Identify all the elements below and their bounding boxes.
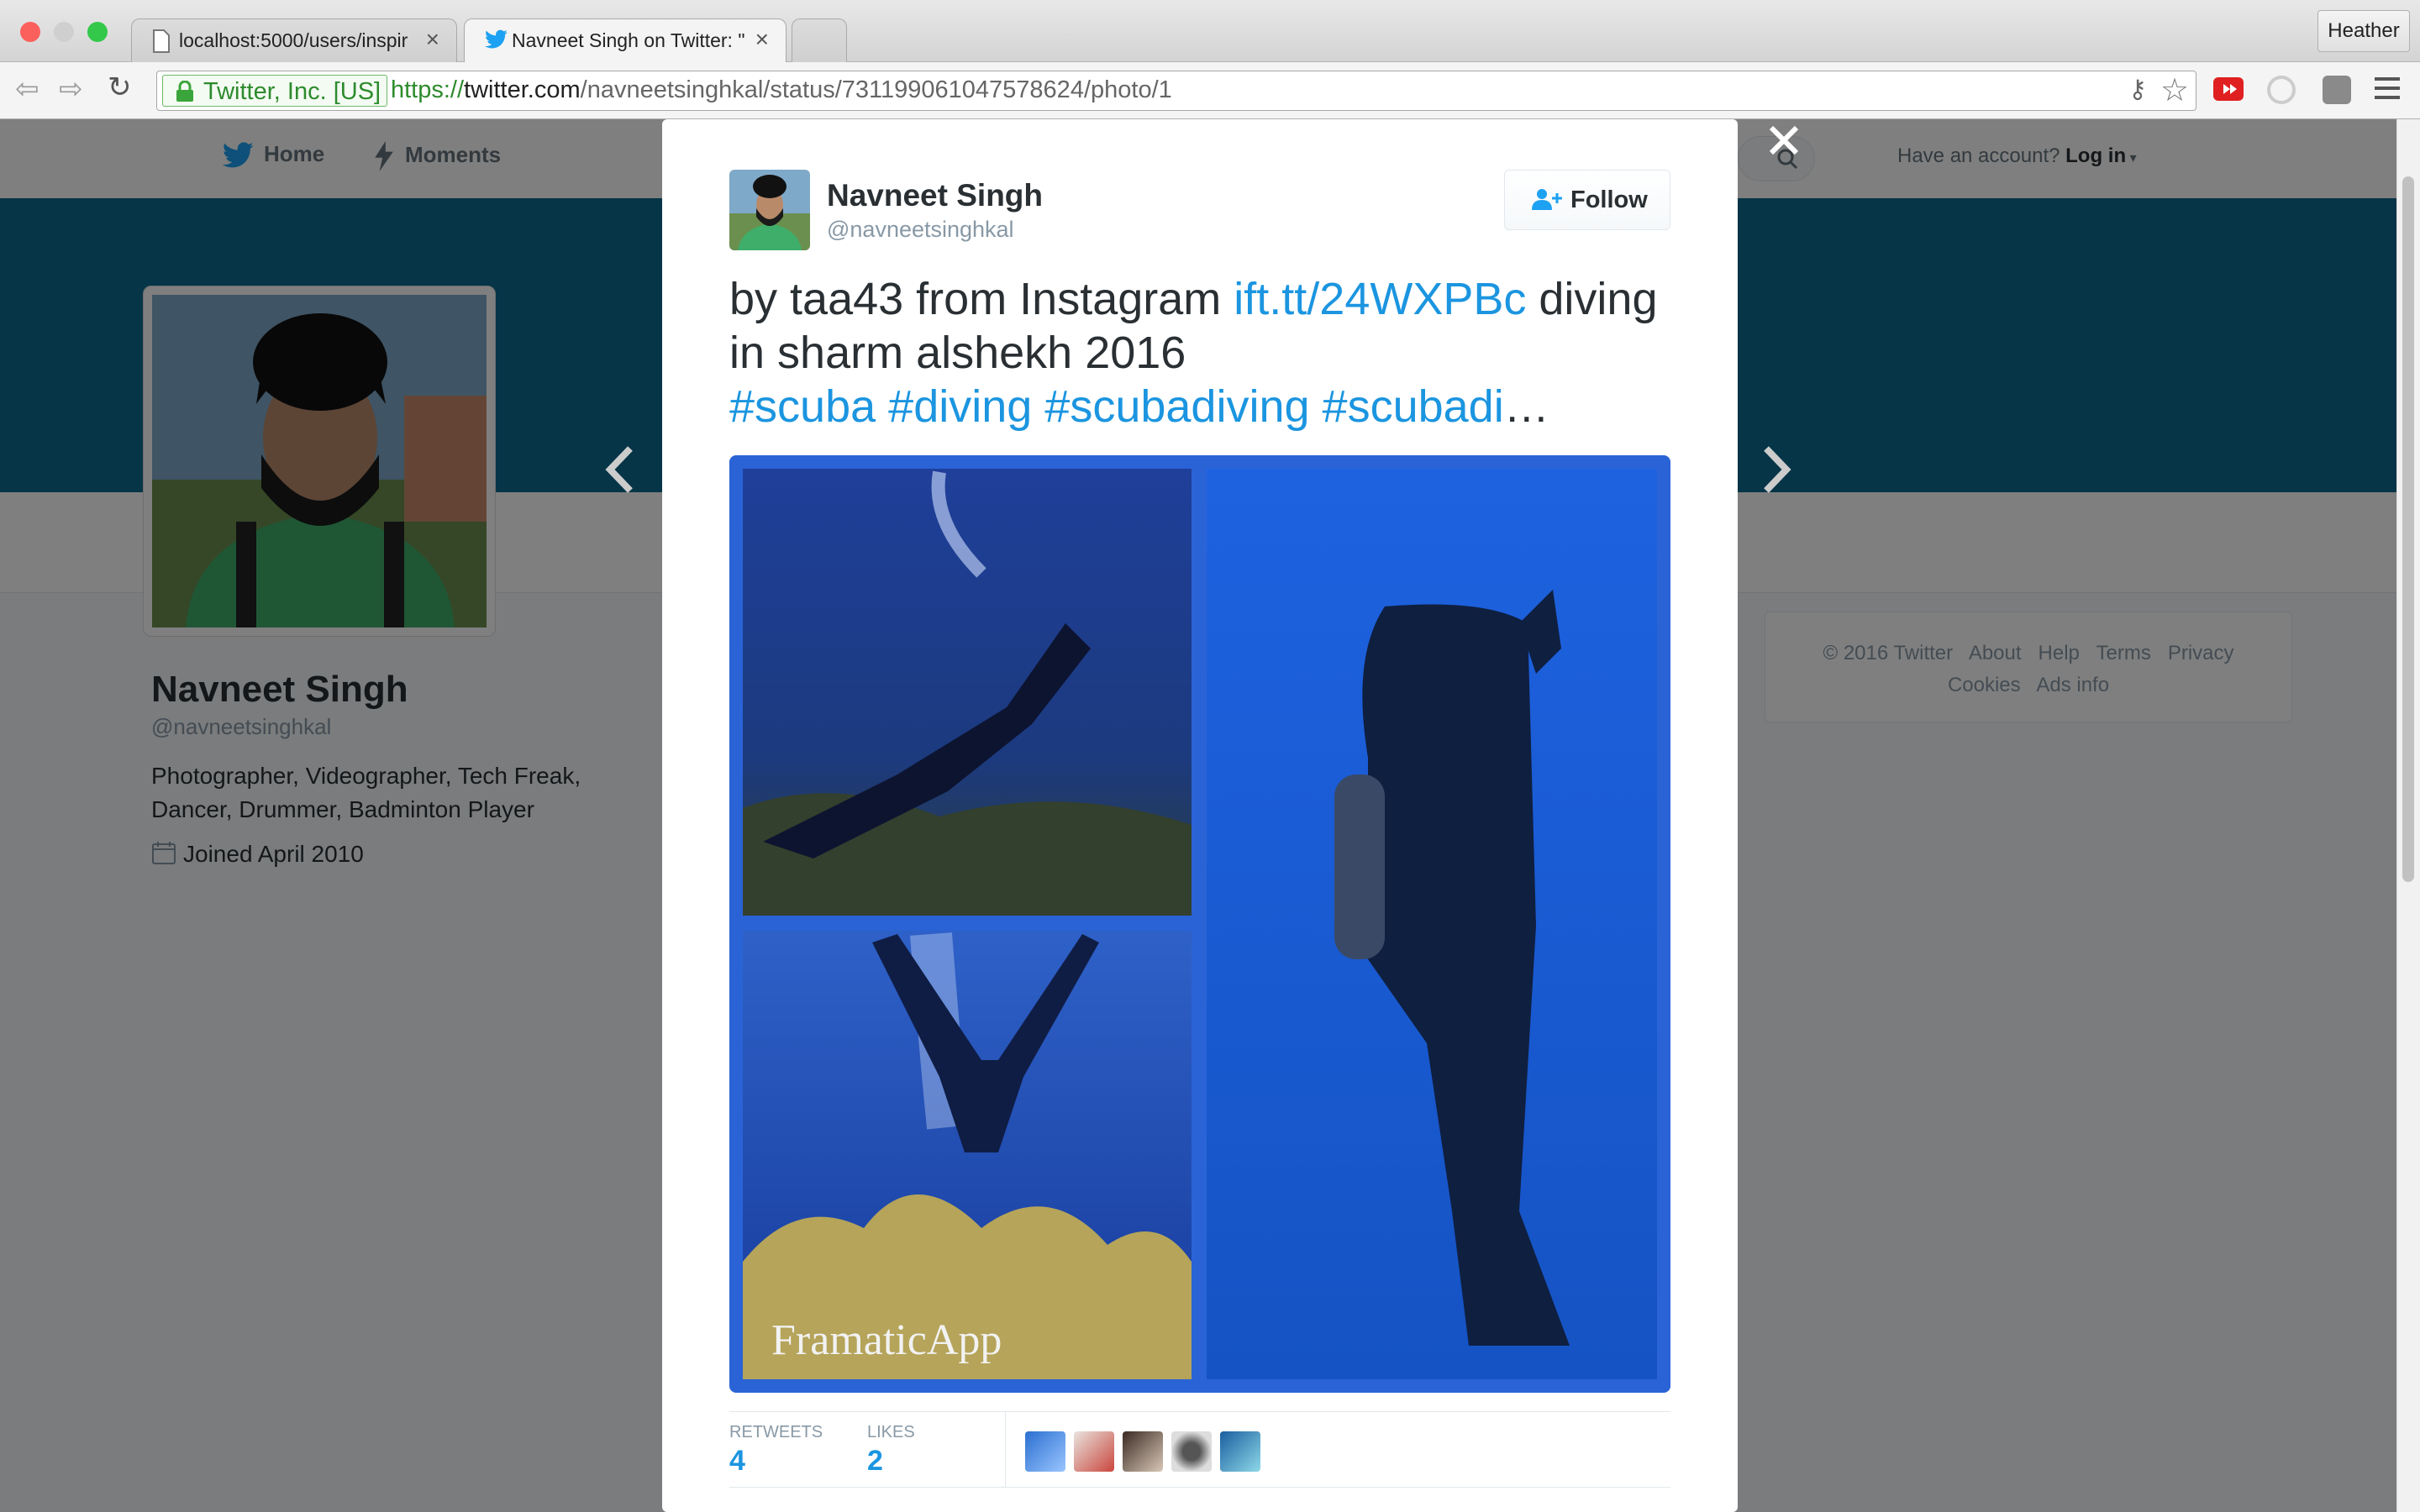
browser-tab-localhost[interactable]: localhost:5000/users/inspir × bbox=[131, 18, 457, 64]
follow-button[interactable]: Follow bbox=[1504, 170, 1670, 230]
watermark-text: FramaticApp bbox=[771, 1316, 1002, 1364]
chevron-left-icon[interactable] bbox=[603, 444, 637, 500]
follow-label: Follow bbox=[1570, 186, 1648, 213]
retweets-label: RETWEETS bbox=[729, 1423, 823, 1441]
close-window-button[interactable] bbox=[20, 22, 40, 42]
tab-title: localhost:5000/users/inspir bbox=[179, 29, 408, 51]
security-label: Twitter, Inc. [US] bbox=[203, 78, 381, 105]
page-scrollbar[interactable] bbox=[2396, 119, 2420, 1512]
menu-icon[interactable] bbox=[2375, 77, 2400, 101]
back-icon[interactable]: ⇦ bbox=[15, 72, 39, 106]
url-path: /navneetsinghkal/status/7311990610475786… bbox=[580, 76, 1172, 103]
forward-icon[interactable]: ⇨ bbox=[59, 72, 83, 106]
author-name[interactable]: Navneet Singh bbox=[827, 178, 1043, 213]
browser-tabstrip: localhost:5000/users/inspir × Navneet Si… bbox=[0, 0, 2420, 64]
tab-close-icon[interactable]: × bbox=[426, 26, 439, 53]
key-icon[interactable]: ⚷ bbox=[2128, 75, 2147, 104]
tab-close-icon[interactable]: × bbox=[755, 26, 769, 53]
zoom-window-button[interactable] bbox=[87, 22, 108, 42]
extension-circle-icon[interactable] bbox=[2267, 76, 2296, 104]
tweet-text: by taa43 from Instagram ift.tt/24WXPBc d… bbox=[729, 272, 1670, 433]
tweet-ellipsis: … bbox=[1503, 381, 1549, 432]
profile-button[interactable]: Heather bbox=[2317, 10, 2410, 52]
extension-square-icon[interactable] bbox=[2323, 76, 2351, 104]
liker-avatar[interactable] bbox=[1074, 1431, 1114, 1472]
tweet-link[interactable]: ift.tt/24WXPBc bbox=[1234, 274, 1526, 324]
author-avatar[interactable] bbox=[729, 170, 810, 250]
new-tab-button[interactable] bbox=[792, 18, 847, 64]
likes-label: LIKES bbox=[867, 1423, 915, 1441]
hashtag-scubadiving[interactable]: #scubadiving bbox=[1044, 381, 1309, 432]
liker-avatar[interactable] bbox=[1025, 1431, 1065, 1472]
reload-icon[interactable]: ↻ bbox=[108, 71, 132, 104]
chevron-right-icon[interactable] bbox=[1760, 444, 1793, 500]
tweet-text-part1: by taa43 from Instagram bbox=[729, 274, 1234, 324]
hashtag-scubadi[interactable]: #scubadi bbox=[1323, 381, 1504, 432]
youtube-extension-icon[interactable] bbox=[2213, 77, 2244, 101]
url-scheme: https:// bbox=[391, 76, 465, 103]
hashtag-scuba[interactable]: #scuba bbox=[729, 381, 876, 432]
author-handle[interactable]: @navneetsinghkal bbox=[827, 217, 1014, 243]
stats-divider-top bbox=[729, 1411, 1670, 1412]
liker-avatar[interactable] bbox=[1123, 1431, 1163, 1472]
tweet-modal: Navneet Singh @navneetsinghkal Follow by… bbox=[662, 119, 1738, 1512]
follow-person-icon bbox=[1532, 186, 1570, 213]
lock-icon bbox=[175, 80, 195, 109]
ev-cert-badge[interactable]: Twitter, Inc. [US] bbox=[162, 75, 387, 107]
url-text: https://twitter.com/navneetsinghkal/stat… bbox=[391, 76, 1172, 104]
star-icon[interactable]: ☆ bbox=[2160, 71, 2189, 109]
stats-separator bbox=[1005, 1411, 1006, 1487]
minimize-window-button[interactable] bbox=[54, 22, 74, 42]
liker-avatar[interactable] bbox=[1220, 1431, 1260, 1472]
browser-tab-twitter[interactable]: Navneet Singh on Twitter: " × bbox=[464, 18, 786, 64]
hashtag-diving[interactable]: #diving bbox=[888, 381, 1032, 432]
url-host: twitter.com bbox=[464, 76, 581, 103]
scrollbar-thumb[interactable] bbox=[2402, 176, 2414, 882]
address-bar[interactable]: Twitter, Inc. [US] https://twitter.com/n… bbox=[156, 71, 2196, 111]
stats-divider-bottom bbox=[729, 1487, 1670, 1488]
close-icon[interactable] bbox=[1765, 121, 1803, 164]
retweets-count[interactable]: 4 bbox=[729, 1445, 745, 1478]
liker-avatar[interactable] bbox=[1171, 1431, 1212, 1472]
page-icon bbox=[152, 29, 171, 58]
tweet-photo[interactable]: FramaticApp bbox=[729, 455, 1670, 1393]
tab-title: Navneet Singh on Twitter: " bbox=[512, 29, 745, 51]
twitter-bird-icon bbox=[485, 29, 508, 55]
likes-count[interactable]: 2 bbox=[867, 1445, 883, 1478]
